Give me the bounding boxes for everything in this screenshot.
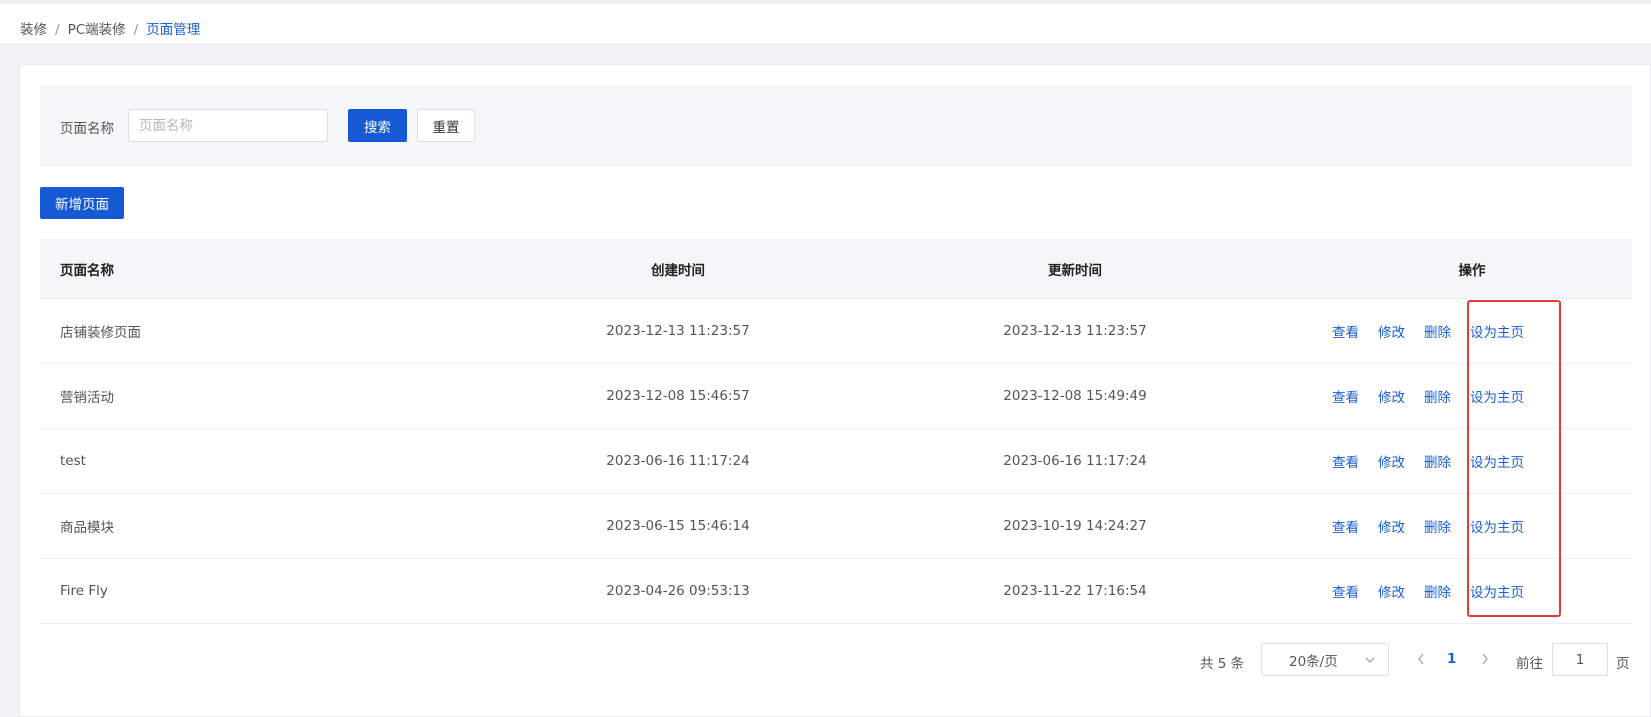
column-header-updated-time: 更新时间 — [1048, 262, 1102, 279]
row-actions: 查看 修改 删除 设为主页 — [1332, 299, 1543, 363]
breadcrumb-item-decoration[interactable]: 装修 — [20, 22, 47, 38]
created-time-cell: 2023-12-08 15:46:57 — [606, 388, 750, 404]
view-link[interactable]: 查看 — [1332, 451, 1359, 471]
edit-link[interactable]: 修改 — [1378, 386, 1405, 406]
view-link[interactable]: 查看 — [1332, 321, 1359, 341]
pagination-total: 共 5 条 — [1200, 656, 1245, 672]
updated-time-cell: 2023-06-16 11:17:24 — [1003, 453, 1147, 469]
set-as-homepage-link[interactable]: 设为主页 — [1470, 581, 1524, 601]
delete-link[interactable]: 删除 — [1424, 516, 1451, 536]
column-header-created-time: 创建时间 — [651, 262, 705, 279]
page-number-current[interactable]: 1 — [1447, 651, 1456, 667]
created-time-cell: 2023-04-26 09:53:13 — [606, 583, 750, 599]
created-time-cell: 2023-06-15 15:46:14 — [606, 518, 750, 534]
table-row: test 2023-06-16 11:17:24 2023-06-16 11:1… — [40, 429, 1632, 494]
created-time-cell: 2023-12-13 11:23:57 — [606, 323, 750, 339]
add-page-button[interactable]: 新增页面 — [40, 187, 124, 219]
updated-time-cell: 2023-12-13 11:23:57 — [1003, 323, 1147, 339]
view-link[interactable]: 查看 — [1332, 516, 1359, 536]
table-row: 商品模块 2023-06-15 15:46:14 2023-10-19 14:2… — [40, 494, 1632, 559]
page-size-select[interactable]: 20条/页 — [1261, 643, 1389, 676]
breadcrumb-separator: / — [133, 22, 139, 38]
page-name-search-input[interactable] — [128, 109, 328, 142]
top-bar: 装修 / PC端装修 / 页面管理 — [0, 0, 1651, 45]
goto-label: 前往 — [1516, 656, 1543, 672]
row-actions: 查看 修改 删除 设为主页 — [1332, 559, 1543, 623]
set-as-homepage-link[interactable]: 设为主页 — [1470, 321, 1524, 341]
column-header-actions: 操作 — [1458, 262, 1486, 279]
search-label: 页面名称 — [60, 121, 114, 137]
view-link[interactable]: 查看 — [1332, 581, 1359, 601]
page-name-cell: test — [60, 453, 86, 469]
pages-table: 页面名称 创建时间 更新时间 操作 店铺装修页面 2023-12-13 11:2… — [40, 239, 1632, 624]
view-link[interactable]: 查看 — [1332, 386, 1359, 406]
table-row: 店铺装修页面 2023-12-13 11:23:57 2023-12-13 11… — [40, 299, 1632, 364]
breadcrumb-item-pc-decoration[interactable]: PC端装修 — [68, 22, 126, 38]
page-name-cell: 商品模块 — [60, 520, 114, 536]
delete-link[interactable]: 删除 — [1424, 451, 1451, 471]
table-header: 页面名称 创建时间 更新时间 操作 — [40, 239, 1632, 299]
edit-link[interactable]: 修改 — [1378, 321, 1405, 341]
row-actions: 查看 修改 删除 设为主页 — [1332, 364, 1543, 428]
set-as-homepage-link[interactable]: 设为主页 — [1470, 451, 1524, 471]
chevron-left-icon[interactable] — [1414, 651, 1428, 667]
edit-link[interactable]: 修改 — [1378, 451, 1405, 471]
goto-page-input[interactable] — [1552, 643, 1608, 676]
row-actions: 查看 修改 删除 设为主页 — [1332, 494, 1543, 558]
reset-button[interactable]: 重置 — [417, 109, 475, 142]
updated-time-cell: 2023-12-08 15:49:49 — [1003, 388, 1147, 404]
page-name-cell: 营销活动 — [60, 390, 114, 406]
delete-link[interactable]: 删除 — [1424, 321, 1451, 341]
table-row: Fire Fly 2023-04-26 09:53:13 2023-11-22 … — [40, 559, 1632, 624]
set-as-homepage-link[interactable]: 设为主页 — [1470, 386, 1524, 406]
breadcrumb-item-page-management: 页面管理 — [146, 22, 201, 38]
edit-link[interactable]: 修改 — [1378, 581, 1405, 601]
page-unit-label: 页 — [1616, 656, 1630, 672]
chevron-down-icon — [1365, 657, 1375, 663]
chevron-right-icon[interactable] — [1478, 651, 1492, 667]
column-header-page-name: 页面名称 — [60, 262, 114, 279]
row-actions: 查看 修改 删除 设为主页 — [1332, 429, 1543, 493]
updated-time-cell: 2023-10-19 14:24:27 — [1003, 518, 1147, 534]
updated-time-cell: 2023-11-22 17:16:54 — [1003, 583, 1147, 599]
created-time-cell: 2023-06-16 11:17:24 — [606, 453, 750, 469]
page-name-cell: 店铺装修页面 — [60, 325, 141, 341]
page-name-cell: Fire Fly — [60, 583, 108, 599]
table-row: 营销活动 2023-12-08 15:46:57 2023-12-08 15:4… — [40, 364, 1632, 429]
breadcrumb-separator: / — [55, 22, 60, 38]
set-as-homepage-link[interactable]: 设为主页 — [1470, 516, 1524, 536]
edit-link[interactable]: 修改 — [1378, 516, 1405, 536]
delete-link[interactable]: 删除 — [1424, 386, 1451, 406]
page-size-value: 20条/页 — [1289, 653, 1338, 670]
delete-link[interactable]: 删除 — [1424, 581, 1451, 601]
search-button[interactable]: 搜索 — [348, 109, 407, 142]
breadcrumb: 装修 / PC端装修 / 页面管理 — [20, 18, 200, 38]
